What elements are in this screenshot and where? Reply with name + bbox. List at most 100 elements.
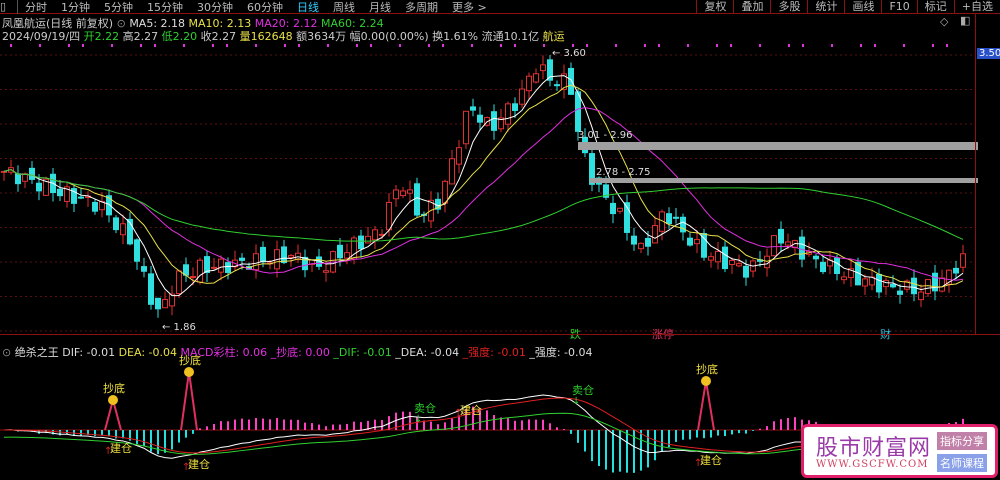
candle-body bbox=[225, 262, 231, 273]
candle-body bbox=[778, 228, 784, 244]
event-marker bbox=[644, 44, 646, 47]
candle-body bbox=[554, 84, 560, 87]
candle-body bbox=[337, 244, 343, 259]
candle-body bbox=[694, 238, 700, 245]
build-signal: 建仓 bbox=[110, 441, 132, 455]
event-marker bbox=[586, 44, 588, 47]
candle-body bbox=[288, 254, 294, 258]
event-marker bbox=[226, 44, 228, 47]
event-marker bbox=[543, 44, 545, 47]
candle-body bbox=[456, 147, 462, 165]
watermark-name: 股市财富网 bbox=[816, 436, 932, 461]
chaodi-face-icon bbox=[701, 376, 711, 386]
course-link[interactable]: 名师课程 bbox=[937, 454, 987, 472]
candle-body bbox=[526, 75, 532, 92]
dea-value: DEA: -0.04 bbox=[118, 346, 177, 359]
candle-body bbox=[729, 260, 735, 265]
candle-body bbox=[253, 253, 259, 271]
indicator-legend: ⊙ 绝杀之王 DIF: -0.01 DEA: -0.04 MACD彩柱: 0.0… bbox=[2, 344, 593, 360]
candle-body bbox=[463, 110, 469, 145]
indicator-share-link[interactable]: 指标分享 bbox=[937, 432, 987, 450]
up-arrow-icon: ↑ bbox=[454, 408, 462, 419]
candle-body bbox=[883, 279, 889, 288]
candle-body bbox=[645, 237, 651, 247]
candle-body bbox=[652, 225, 658, 244]
chaodi-spike bbox=[180, 371, 198, 431]
candle-body bbox=[862, 278, 868, 287]
candle-body bbox=[57, 188, 63, 197]
candle-body bbox=[260, 246, 266, 263]
candle-body bbox=[414, 183, 420, 216]
chaodi-face-icon bbox=[184, 367, 194, 377]
event-marker bbox=[298, 44, 300, 47]
chaodi-value: _抄底: 0.00 bbox=[270, 346, 330, 359]
event-marker bbox=[39, 44, 41, 47]
candle-body bbox=[876, 273, 882, 293]
candle-body bbox=[155, 297, 161, 310]
zone-1-label: 3.01 - 2.96 bbox=[578, 130, 633, 141]
down-arrow-icon: ↓ bbox=[572, 396, 580, 407]
macd-value: MACD彩柱: 0.06 bbox=[180, 346, 268, 359]
indicator-menu-icon[interactable]: ⊙ bbox=[2, 346, 11, 359]
event-marker bbox=[802, 44, 804, 47]
candle-body bbox=[344, 252, 350, 259]
candle-body bbox=[568, 67, 574, 95]
candle-body bbox=[120, 223, 126, 236]
candle-body bbox=[323, 270, 329, 273]
candle-body bbox=[204, 256, 210, 274]
candle-body bbox=[162, 299, 168, 309]
candle-body bbox=[841, 276, 847, 281]
candle-body bbox=[638, 242, 644, 250]
event-marker bbox=[68, 44, 70, 47]
candle-body bbox=[708, 256, 714, 261]
build-signal: 建仓 bbox=[460, 403, 482, 417]
candle-body bbox=[365, 235, 371, 244]
build-signal: 建仓 bbox=[700, 453, 722, 467]
sell-signal: 卖仓 bbox=[572, 383, 594, 397]
candle-body bbox=[897, 290, 903, 295]
ma10-line bbox=[3, 84, 964, 288]
candle-body bbox=[29, 167, 35, 180]
event-marker bbox=[10, 44, 12, 47]
event-marker bbox=[82, 44, 84, 47]
candle-body bbox=[820, 261, 826, 273]
candle-body bbox=[400, 190, 406, 197]
candle-body bbox=[540, 64, 546, 72]
event-marker bbox=[759, 44, 761, 47]
candle-body bbox=[722, 246, 728, 270]
candle-body bbox=[470, 106, 476, 111]
resistance-zone-1 bbox=[578, 142, 978, 150]
event-marker bbox=[471, 44, 473, 47]
candle-body bbox=[813, 255, 819, 260]
candle-body bbox=[386, 201, 392, 231]
strength-value: _强度: -0.04 bbox=[529, 346, 593, 359]
candle-body bbox=[918, 291, 924, 301]
event-marker bbox=[658, 44, 660, 47]
event-marker bbox=[212, 44, 214, 47]
candle-body bbox=[218, 258, 224, 273]
event-marker bbox=[831, 44, 833, 47]
event-marker bbox=[860, 44, 862, 47]
high-price-label: ← 3.60 bbox=[552, 48, 586, 59]
candle-body bbox=[799, 236, 805, 260]
event-marker bbox=[500, 44, 502, 47]
up-arrow-icon: ↑ bbox=[182, 462, 190, 473]
candle-body bbox=[953, 267, 959, 274]
candle-body bbox=[442, 180, 448, 204]
watermark-logo: 股市财富网 WWW.GSCFW.COM 指标分享 名师课程 bbox=[801, 424, 998, 478]
candle-body bbox=[771, 235, 777, 257]
chaodi-signal: 抄底 bbox=[103, 381, 125, 395]
candle-body bbox=[113, 217, 119, 231]
watermark-url: WWW.GSCFW.COM bbox=[816, 459, 929, 470]
event-marker bbox=[154, 44, 156, 47]
candle-body bbox=[15, 173, 21, 185]
event-marker bbox=[615, 44, 617, 47]
candle-body bbox=[176, 270, 182, 295]
kline-chart[interactable]: 3.01 - 2.962.78 - 2.75← 3.60← 1.86跌 涨停 财抄底… bbox=[0, 0, 1000, 480]
candle-body bbox=[743, 265, 749, 278]
event-marker bbox=[903, 44, 905, 47]
pane-divider[interactable] bbox=[0, 334, 1000, 342]
resistance-zone-2 bbox=[590, 178, 978, 183]
candle-body bbox=[932, 272, 938, 292]
event-marker bbox=[327, 44, 329, 47]
